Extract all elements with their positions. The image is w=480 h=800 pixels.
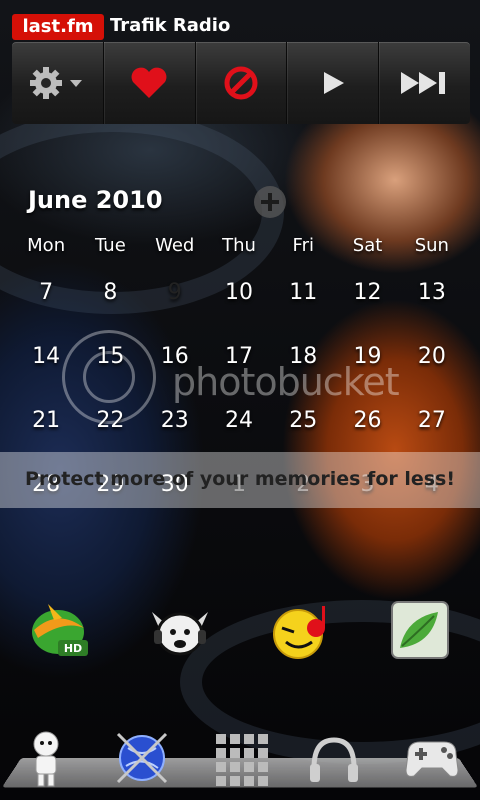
settings-button[interactable] bbox=[12, 42, 104, 124]
hd-app-icon: HD bbox=[32, 604, 88, 656]
calendar-day[interactable]: 8 bbox=[78, 280, 142, 305]
viking-headphones-app-icon bbox=[152, 612, 208, 656]
calendar-day[interactable]: 22 bbox=[78, 408, 142, 433]
station-title: Trafik Radio bbox=[110, 15, 231, 36]
calendar-day[interactable]: 24 bbox=[207, 408, 271, 433]
dock-robot[interactable] bbox=[16, 728, 76, 788]
weekday-label: Mon bbox=[27, 234, 66, 256]
calendar-day[interactable]: 18 bbox=[271, 344, 335, 369]
gear-dropdown-icon bbox=[30, 67, 83, 99]
svg-text:HD: HD bbox=[64, 642, 82, 655]
calendar-day[interactable]: 26 bbox=[335, 408, 399, 433]
calendar-day[interactable]: 19 bbox=[335, 344, 399, 369]
play-button[interactable] bbox=[287, 42, 380, 124]
calendar-day[interactable]: 25 bbox=[271, 408, 335, 433]
skip-forward-icon bbox=[400, 72, 445, 94]
globe-icon bbox=[116, 732, 168, 784]
player-toolbar bbox=[12, 42, 470, 124]
add-event-button[interactable] bbox=[254, 186, 286, 218]
calendar-day[interactable]: 21 bbox=[14, 408, 78, 433]
calendar-day[interactable]: 14 bbox=[14, 344, 78, 369]
headphones-icon bbox=[310, 737, 358, 782]
play-icon bbox=[323, 72, 344, 94]
hd-app[interactable]: HD bbox=[28, 598, 92, 662]
weekday-label: Tue bbox=[95, 234, 126, 256]
weekday-label: Fri bbox=[292, 234, 314, 256]
calendar-day[interactable]: 20 bbox=[400, 344, 464, 369]
weekday-label: Sun bbox=[414, 234, 449, 256]
lastfm-logo[interactable]: last.fm bbox=[12, 14, 104, 40]
calendar-day[interactable]: 7 bbox=[14, 280, 78, 305]
skip-button[interactable] bbox=[379, 42, 470, 124]
watermark-banner-text: Protect more of your memories for less! bbox=[24, 468, 456, 490]
ban-button[interactable] bbox=[196, 42, 288, 124]
widget-header: last.fm Trafik Radio bbox=[0, 0, 480, 40]
ban-icon bbox=[224, 66, 258, 100]
calendar-day[interactable]: 27 bbox=[400, 408, 464, 433]
dock-games[interactable] bbox=[402, 728, 462, 788]
smiley-app[interactable] bbox=[268, 598, 332, 662]
plus-icon bbox=[261, 193, 279, 211]
weekday-label: Wed bbox=[155, 234, 195, 256]
game-controller-icon bbox=[405, 741, 459, 777]
calendar-week-row: 14 15 16 17 18 19 20 bbox=[14, 324, 464, 388]
dock-app-drawer[interactable] bbox=[210, 728, 270, 788]
dock-headphones[interactable] bbox=[304, 728, 364, 788]
calendar-day-today[interactable]: 9 bbox=[143, 259, 208, 324]
leaf-app[interactable] bbox=[388, 598, 452, 662]
weekday-label: Sat bbox=[352, 234, 383, 256]
android-robot-icon bbox=[33, 731, 59, 787]
calendar-day[interactable]: 15 bbox=[78, 344, 142, 369]
smiley-music-app-icon bbox=[273, 606, 325, 659]
calendar-day[interactable]: 12 bbox=[335, 280, 399, 305]
calendar-day[interactable]: 13 bbox=[400, 280, 464, 305]
calendar-day[interactable]: 23 bbox=[143, 408, 207, 433]
calendar-day[interactable]: 16 bbox=[143, 344, 207, 369]
calendar-month-title[interactable]: June 2010 bbox=[28, 186, 163, 214]
weekday-header-row: Mon Tue Wed Thu Fri Sat Sun bbox=[14, 230, 464, 260]
love-button[interactable] bbox=[104, 42, 196, 124]
app-drawer-icon bbox=[216, 734, 268, 786]
calendar-week-row: 7 8 9 10 11 12 13 bbox=[14, 259, 464, 324]
leaf-app-icon bbox=[391, 601, 449, 659]
calendar-day[interactable]: 11 bbox=[271, 280, 335, 305]
calendar-day[interactable]: 17 bbox=[207, 344, 271, 369]
heart-icon bbox=[131, 67, 167, 98]
calendar-week-row: 21 22 23 24 25 26 27 bbox=[14, 388, 464, 452]
calendar-day[interactable]: 10 bbox=[207, 280, 271, 305]
viking-app[interactable] bbox=[148, 598, 212, 662]
weekday-label: Thu bbox=[222, 234, 256, 256]
dock-globe[interactable] bbox=[112, 728, 172, 788]
